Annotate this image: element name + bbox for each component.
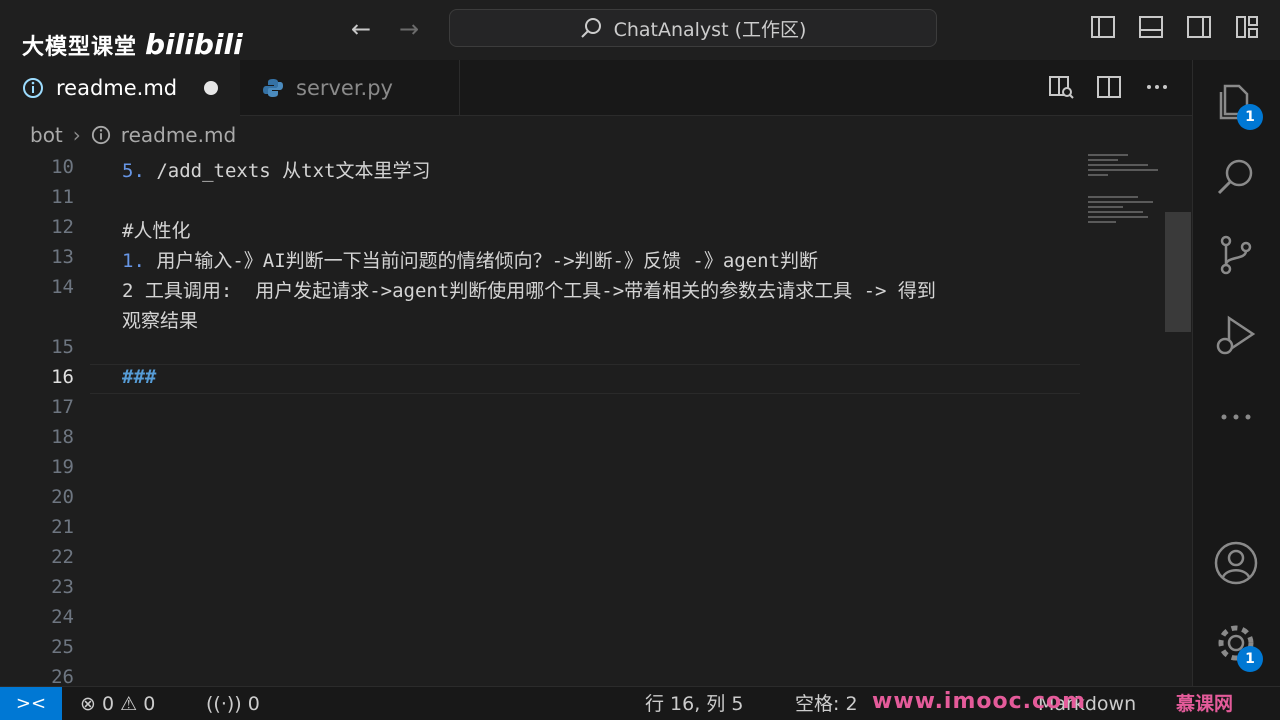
- code-line[interactable]: 1. 用户输入-》AI判断一下当前问题的情绪倾向？->判断-》反馈 -》agen…: [122, 246, 818, 273]
- explorer-icon[interactable]: 1: [1213, 78, 1263, 130]
- settings-badge: 1: [1237, 646, 1263, 672]
- code-text: 观察结果: [122, 310, 199, 332]
- command-center[interactable]: ChatAnalyst (工作区): [449, 9, 937, 47]
- line-number: 13: [51, 246, 74, 268]
- more-views-icon[interactable]: [1213, 394, 1259, 440]
- line-number: 14: [51, 276, 74, 298]
- python-icon: [263, 79, 283, 97]
- breadcrumb-folder[interactable]: bot: [30, 123, 63, 147]
- ports-count: 0: [247, 693, 260, 715]
- run-debug-icon[interactable]: [1213, 312, 1259, 358]
- status-bar: >< ⊗ 0 ⚠ 0 ((·)) 0 行 16, 列 5 空格: 2 Markd…: [0, 686, 1280, 720]
- tab-bar: readme.md server.py: [0, 60, 1192, 116]
- code-text: /add_texts 从txt文本里学习: [144, 160, 431, 182]
- forward-arrow-icon[interactable]: →: [394, 14, 424, 44]
- source-control-icon[interactable]: [1213, 232, 1259, 278]
- unsaved-dot-icon[interactable]: [204, 81, 218, 95]
- ports-indicator[interactable]: ((·)) 0: [206, 691, 260, 717]
- explorer-badge: 1: [1237, 104, 1263, 130]
- code-text: 2 工具调用: 用户发起请求->agent判断使用哪个工具->带着相关的参数去请…: [122, 280, 936, 302]
- search-icon: [580, 18, 601, 38]
- line-number: 15: [51, 336, 74, 358]
- warning-count: 0: [143, 693, 156, 715]
- warning-icon: ⚠: [120, 693, 138, 715]
- bilibili-logo: bilibili: [145, 28, 243, 61]
- line-number: 25: [51, 636, 74, 658]
- imooc-watermark-cn: 慕课网: [1176, 693, 1234, 715]
- line-number: 16: [51, 366, 74, 388]
- settings-gear-icon[interactable]: 1: [1213, 620, 1263, 672]
- line-number: 26: [51, 666, 74, 686]
- tab-label: server.py: [296, 76, 393, 100]
- code-line[interactable]: #人性化: [122, 216, 190, 243]
- breadcrumb-file[interactable]: readme.md: [121, 123, 236, 147]
- command-center-label: ChatAnalyst (工作区): [613, 18, 807, 41]
- vertical-scrollbar[interactable]: [1165, 212, 1191, 332]
- list-marker: 5.: [122, 160, 145, 182]
- minimap[interactable]: [1088, 154, 1168, 254]
- list-marker: 1.: [122, 250, 145, 272]
- open-preview-icon[interactable]: [1048, 74, 1074, 100]
- remote-indicator-icon[interactable]: ><: [0, 687, 62, 720]
- line-number: 24: [51, 606, 74, 628]
- line-number: 21: [51, 516, 74, 538]
- line-number: 18: [51, 426, 74, 448]
- chevron-right-icon: ›: [72, 123, 81, 147]
- line-number: 17: [51, 396, 74, 418]
- editor[interactable]: 10 11 12 13 14 15 16 17 18 19 20 21 22 23 24 25 26 5. /a…: [0, 154, 1192, 686]
- code-line[interactable]: 观察结果: [122, 306, 198, 333]
- line-number: 22: [51, 546, 74, 568]
- split-editor-icon[interactable]: [1096, 74, 1122, 100]
- account-icon[interactable]: [1213, 540, 1259, 586]
- title-bar: 大模型课堂 bilibili ← → ChatAnalyst (工作区): [0, 0, 1280, 61]
- activity-bar: 1 1: [1192, 60, 1280, 686]
- line-number: 20: [51, 486, 74, 508]
- more-actions-icon[interactable]: [1144, 74, 1170, 100]
- back-arrow-icon[interactable]: ←: [346, 14, 376, 44]
- code-text: 用户输入-》AI判断一下当前问题的情绪倾向？->判断-》反馈 -》agent判断: [144, 250, 819, 272]
- search-icon[interactable]: [1213, 154, 1259, 200]
- info-icon: [23, 78, 43, 98]
- line-number: 11: [51, 186, 74, 208]
- indentation[interactable]: 空格: 2: [795, 691, 858, 717]
- line-number: 12: [51, 216, 74, 238]
- cursor-position[interactable]: 行 16, 列 5: [645, 691, 743, 717]
- line-number: 10: [51, 156, 74, 178]
- broadcast-icon: ((·)): [206, 693, 242, 715]
- info-icon: [91, 125, 110, 145]
- toggle-primary-sidebar-icon[interactable]: [1090, 14, 1116, 40]
- code-text: #人性化: [122, 220, 191, 242]
- code-line[interactable]: 2 工具调用: 用户发起请求->agent判断使用哪个工具->带着相关的参数去请…: [122, 276, 936, 303]
- toggle-panel-icon[interactable]: [1138, 14, 1164, 40]
- error-icon: ⊗: [80, 693, 96, 715]
- customize-layout-icon[interactable]: [1234, 14, 1260, 40]
- line-number: 19: [51, 456, 74, 478]
- error-count: 0: [101, 693, 115, 715]
- tab-readme[interactable]: readme.md: [0, 60, 240, 116]
- tab-server[interactable]: server.py: [240, 60, 460, 116]
- toggle-secondary-sidebar-icon[interactable]: [1186, 14, 1212, 40]
- problems-indicator[interactable]: ⊗ 0 ⚠ 0: [80, 691, 155, 717]
- code-text: ###: [122, 366, 157, 388]
- breadcrumb: bot › readme.md: [0, 116, 1192, 154]
- code-line[interactable]: ###: [122, 366, 156, 388]
- current-line-highlight: [90, 364, 1080, 394]
- imooc-watermark: www.imooc.com: [872, 689, 1087, 714]
- watermark-cn: 大模型课堂: [22, 35, 138, 60]
- tab-label: readme.md: [56, 76, 178, 100]
- code-line[interactable]: 5. /add_texts 从txt文本里学习: [122, 156, 430, 183]
- line-number: 23: [51, 576, 74, 598]
- bilibili-watermark: 大模型课堂 bilibili: [22, 28, 243, 61]
